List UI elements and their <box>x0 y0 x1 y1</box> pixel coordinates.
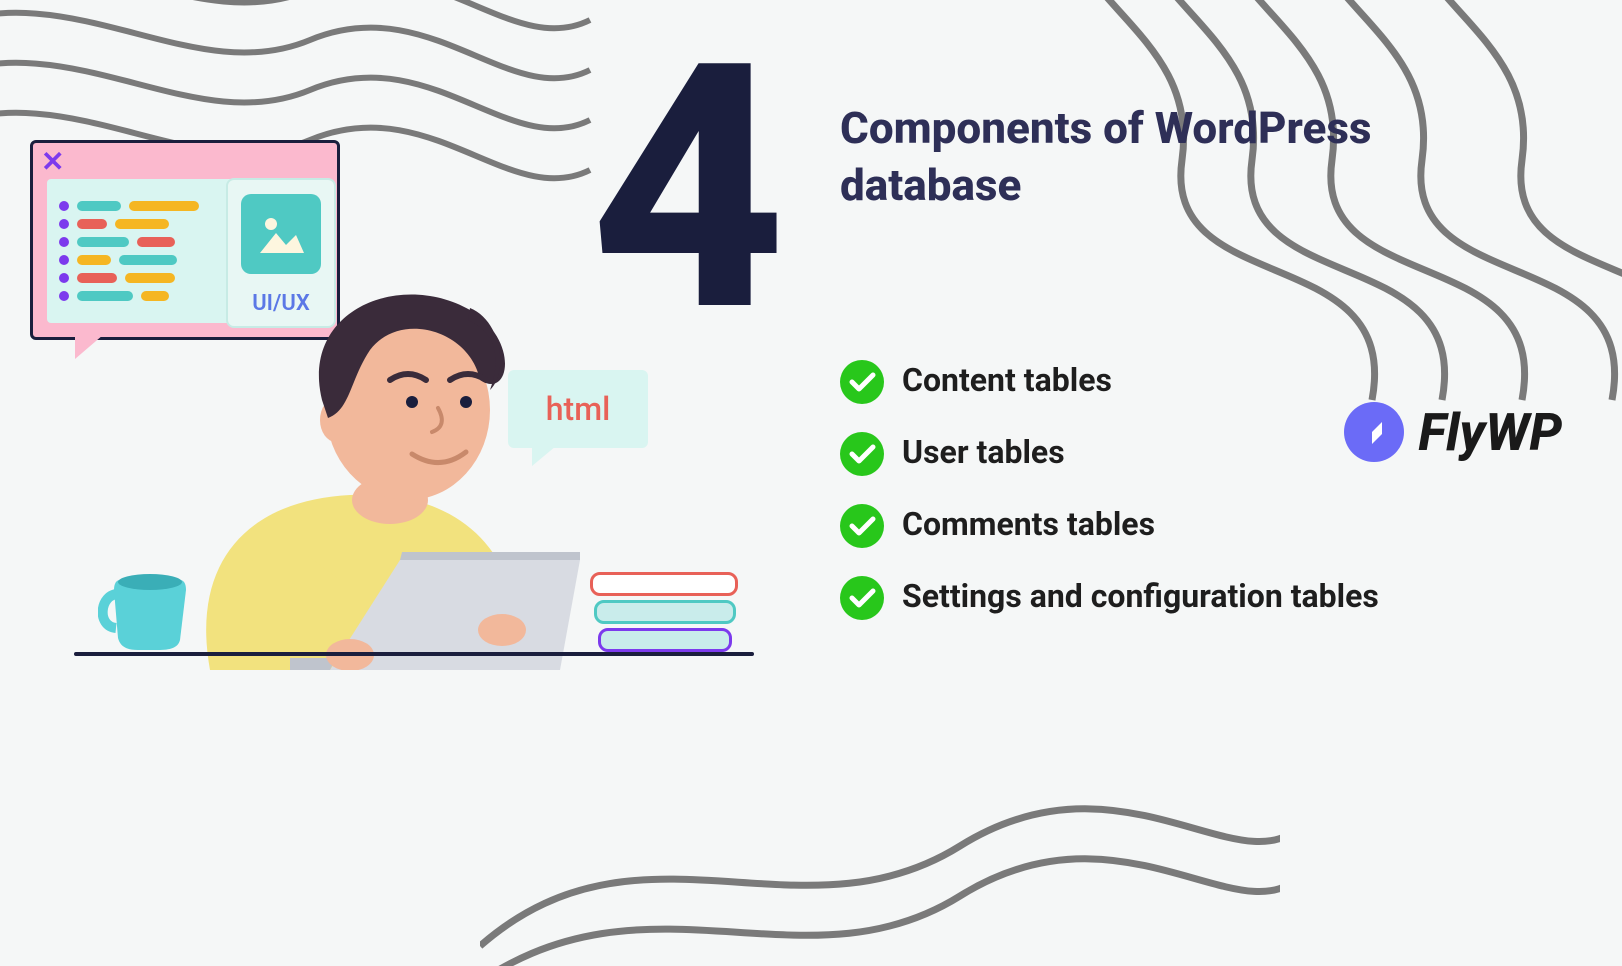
check-icon <box>840 504 884 548</box>
flywp-logo: FlyWP <box>1342 400 1562 464</box>
check-item: Settings and configuration tables <box>840 576 1379 620</box>
person-illustration <box>150 250 620 670</box>
close-icon: ✕ <box>41 145 64 178</box>
check-icon <box>840 576 884 620</box>
decorative-wave-bottom <box>480 686 1280 966</box>
check-item: Comments tables <box>840 504 1379 548</box>
page-title: Components of WordPress database <box>840 100 1490 214</box>
flywp-logo-text: FlyWP <box>1418 402 1562 463</box>
check-item: Content tables <box>840 360 1379 404</box>
mug-illustration <box>98 568 190 652</box>
check-item-label: Comments tables <box>902 504 1155 546</box>
check-item: User tables <box>840 432 1379 476</box>
check-icon <box>840 360 884 404</box>
checklist: Content tables User tables Comments tabl… <box>840 360 1379 620</box>
check-item-label: User tables <box>902 432 1065 474</box>
desk-line <box>74 652 754 656</box>
check-item-label: Settings and configuration tables <box>902 576 1379 618</box>
check-item-label: Content tables <box>902 360 1112 402</box>
check-icon <box>840 432 884 476</box>
books-illustration <box>590 564 738 652</box>
developer-illustration: ✕ UI/UX html <box>30 140 750 700</box>
flywp-logo-icon <box>1342 400 1406 464</box>
